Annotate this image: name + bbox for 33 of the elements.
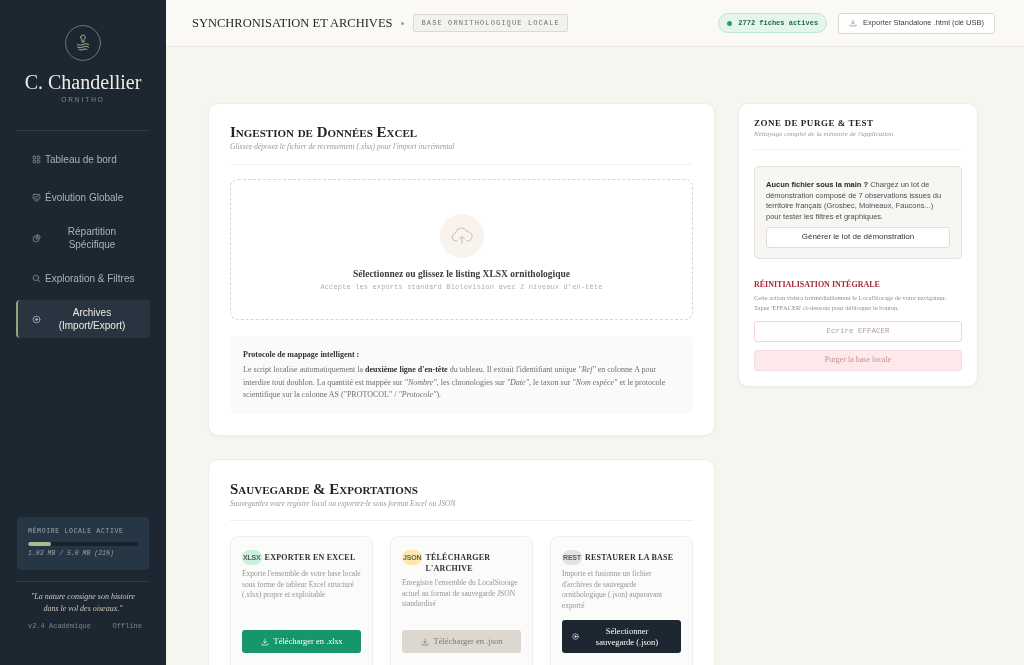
download-icon: [849, 19, 858, 27]
brand-name: C. Chandellier: [24, 70, 142, 95]
danger-title: RÉINITIALISATION INTÉGRALE: [754, 278, 881, 291]
grid-icon: [32, 155, 41, 164]
section-title: ZONE DE PURGE & TEST: [754, 117, 875, 129]
card-title: EXPORTER EN EXCEL: [264, 552, 356, 563]
nav-item[interactable]: Tableau de bord: [16, 143, 150, 176]
info-text: Le script localise automatiquement la deuxième ligne d'en-tête du tableau. Il extrait l'identifiant unique "Ref" en colonne A pour interdire tout doublon. La quantité est mappée sur "Nombre", les chronologies sur "Date", le taxon sur "Nom espèce" et le protocole scientifique sur la colonne AS ("PROTOCOL" / "Protocole").: [243, 364, 667, 401]
chart-icon: [32, 193, 41, 202]
info-title: Protocole de mappage intelligent :: [243, 349, 361, 361]
card-title: RESTAURER LA BASE: [585, 552, 674, 563]
circle-dot-icon: [572, 633, 579, 640]
select-file-button[interactable]: Sélectionner sauvegarde (.json): [562, 620, 681, 653]
generate-demo-button[interactable]: Générer le lot de démonstration: [766, 226, 950, 248]
download-icon: [260, 637, 269, 646]
logo-icon: [65, 25, 101, 61]
status-dot-icon: [727, 20, 733, 26]
download-icon: [420, 637, 429, 646]
section-title: Sauvegarde & Exportations: [230, 480, 419, 498]
pie-chart-icon: [32, 233, 41, 243]
nav-item[interactable]: Exploration & Filtres: [16, 262, 150, 295]
nav-item[interactable]: Archives (Import/Export): [16, 300, 150, 338]
circle-dot-icon: [32, 314, 41, 324]
drop-prompt: Sélectionnez ou glissez le listing XLSX ornithologique: [353, 268, 570, 281]
nav-item[interactable]: Répartition Spécifique: [16, 219, 150, 257]
download-button[interactable]: Télécharger en .xlsx: [242, 630, 361, 653]
search-icon: [32, 274, 41, 283]
nav-item[interactable]: Évolution Globale: [16, 181, 150, 214]
page-title: SYNCHRONISATION ET ARCHIVES: [192, 15, 393, 31]
cloud-upload-icon: [439, 214, 484, 258]
card-title: TÉLÉCHARGER L'ARCHIVE: [425, 551, 492, 574]
quote-text: "La nature consigne son histoire dans le vol des oiseaux.": [29, 591, 137, 615]
section-title: Ingestion de Données Excel: [230, 123, 419, 141]
